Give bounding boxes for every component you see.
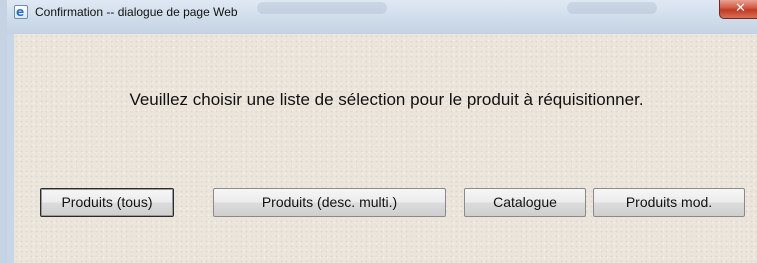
internet-explorer-icon: e bbox=[14, 5, 28, 19]
modified-products-button[interactable]: Produits mod. bbox=[593, 188, 745, 217]
products-all-button[interactable]: Produits (tous) bbox=[40, 188, 174, 217]
catalogue-button[interactable]: Catalogue bbox=[464, 188, 586, 217]
title-bar[interactable]: e Confirmation -- dialogue de page Web ✕ bbox=[7, 0, 757, 34]
window-title: Confirmation -- dialogue de page Web bbox=[35, 5, 238, 19]
dialog-window: e Confirmation -- dialogue de page Web ✕… bbox=[0, 0, 757, 263]
dialog-message: Veuillez choisir une liste de sélection … bbox=[129, 90, 644, 109]
close-icon: ✕ bbox=[735, 1, 746, 16]
close-button[interactable]: ✕ bbox=[719, 0, 757, 19]
title-bar-reflection bbox=[257, 2, 387, 14]
dialog-body: Veuillez choisir une liste de sélection … bbox=[14, 34, 757, 263]
products-multi-desc-button[interactable]: Produits (desc. multi.) bbox=[213, 188, 446, 217]
title-bar-reflection bbox=[567, 2, 657, 14]
